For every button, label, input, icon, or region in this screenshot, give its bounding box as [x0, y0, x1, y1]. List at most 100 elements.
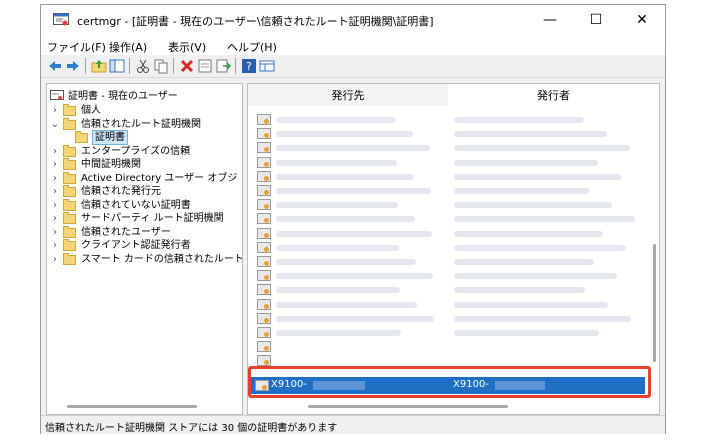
view-icon[interactable]	[259, 58, 275, 74]
certificate-icon[interactable]	[257, 270, 271, 282]
menu-action[interactable]: 操作(A)	[109, 39, 147, 55]
certificate-icon[interactable]	[257, 312, 271, 324]
folder-icon	[63, 144, 76, 157]
folder-icon	[63, 212, 76, 224]
cut-icon[interactable]	[135, 58, 151, 74]
tree-item-label: 信頼されたユーザー	[81, 226, 171, 238]
export-icon[interactable]	[215, 58, 231, 74]
certificate-icon[interactable]	[257, 156, 271, 168]
blurred-issued-to	[276, 173, 414, 180]
tree-item-label: エンタープライズの信頼	[81, 145, 191, 157]
blurred-issued-by	[454, 173, 621, 180]
certificate-icon[interactable]	[257, 241, 271, 253]
tree-item-label: 信頼された発行元	[81, 186, 161, 197]
certificate-icon[interactable]	[257, 128, 271, 140]
blurred-issued-by	[454, 202, 612, 209]
tree-pane[interactable]: 証明書 - 現在のユーザー › 個人 ⌄ 信頼されたルート証明機関 証明書 › エンタープラ…	[46, 83, 243, 415]
close-button[interactable]: ✕	[619, 5, 665, 35]
folder-icon	[75, 131, 88, 143]
chevron-right-icon[interactable]: ›	[50, 104, 60, 117]
chevron-right-icon[interactable]: ›	[50, 172, 60, 185]
back-icon[interactable]	[47, 58, 63, 74]
chevron-right-icon[interactable]: ›	[50, 145, 60, 158]
menu-bar: ファイル(F) 操作(A) 表示(V) ヘルプ(H)	[41, 35, 665, 55]
blurred-issued-by	[454, 159, 598, 166]
chevron-right-icon[interactable]: ›	[50, 226, 60, 239]
certificate-icon[interactable]	[257, 284, 271, 296]
blurred-issued-to	[276, 145, 430, 152]
maximize-icon: ☐	[589, 12, 603, 28]
certificate-icon[interactable]	[257, 142, 271, 154]
blurred-issued-to	[276, 273, 433, 280]
chevron-right-icon[interactable]: ›	[50, 158, 60, 171]
certificate-icon[interactable]	[257, 170, 271, 182]
folder-icon	[63, 185, 76, 197]
blurred-issued-by	[454, 230, 603, 237]
chevron-down-icon[interactable]: ⌄	[50, 118, 60, 131]
certificate-icon[interactable]	[257, 199, 271, 211]
blurred-issued-by	[454, 330, 599, 336]
toolbar-separator	[129, 58, 130, 74]
chevron-right-icon[interactable]: ›	[50, 199, 60, 212]
list-vertical-scrollbar[interactable]	[653, 244, 656, 362]
folder-icon	[63, 104, 76, 116]
blurred-issued-by	[454, 301, 608, 308]
toolbar-separator	[235, 58, 236, 74]
minimize-icon: —	[543, 12, 557, 28]
menu-view[interactable]: 表示(V)	[168, 39, 206, 55]
certificate-icon[interactable]	[257, 327, 271, 338]
certificate-icon[interactable]	[257, 227, 271, 239]
folder-icon	[63, 171, 76, 184]
column-header-issued-to[interactable]: 発行先	[248, 84, 448, 106]
help-icon[interactable]: ?	[241, 58, 257, 74]
folder-icon	[63, 117, 76, 130]
certificate-icon[interactable]	[257, 185, 271, 196]
list-horizontal-scrollbar[interactable]	[308, 405, 508, 408]
properties-icon[interactable]	[197, 58, 213, 74]
blurred-issued-to	[276, 315, 434, 322]
blurred-issued-to	[276, 202, 398, 209]
window-title: certmgr - [証明書 - 現在のユーザー\信頼されたルート証明機関\証明…	[77, 15, 434, 28]
menu-help[interactable]: ヘルプ(H)	[227, 39, 277, 55]
chevron-right-icon[interactable]: ›	[50, 239, 60, 252]
blurred-issued-by	[454, 145, 630, 152]
certificate-icon[interactable]	[257, 298, 271, 310]
show-hide-tree-icon[interactable]	[109, 58, 125, 74]
copy-icon[interactable]	[153, 58, 169, 74]
toolbar-separator	[85, 58, 86, 74]
delete-icon[interactable]	[179, 58, 195, 74]
blurred-issued-by	[454, 259, 594, 265]
blurred-issued-to	[276, 259, 416, 265]
folder-icon	[63, 225, 76, 238]
blurred-issued-to	[276, 230, 432, 237]
blurred-issued-to	[276, 117, 396, 123]
status-bar: 信頼されたルート証明機関 ストアには 30 個の証明書があります	[41, 415, 665, 434]
folder-icon	[63, 252, 76, 265]
maximize-button[interactable]: ☐	[573, 5, 619, 35]
tree-item-label: 証明書	[92, 130, 128, 145]
blurred-issued-by	[454, 117, 584, 123]
menu-file[interactable]: ファイル(F)	[47, 39, 106, 55]
certificate-icon[interactable]	[257, 213, 271, 225]
toolbar-separator	[173, 58, 174, 74]
column-issued-by-label: 発行者	[537, 89, 570, 102]
tree-item-label: Active Directory ユーザー オブジ	[81, 172, 238, 184]
minimize-button[interactable]: —	[527, 5, 573, 35]
blurred-issued-by	[454, 287, 585, 294]
chevron-right-icon[interactable]: ›	[50, 185, 60, 198]
tree-horizontal-scrollbar[interactable]	[67, 405, 197, 408]
certificate-icon[interactable]	[257, 355, 271, 367]
chevron-right-icon[interactable]: ›	[50, 253, 60, 266]
tree-item-label: 信頼されていない証明書	[81, 199, 191, 211]
forward-icon[interactable]	[65, 58, 81, 74]
blurred-issued-to	[276, 244, 399, 251]
certificate-icon[interactable]	[257, 341, 271, 353]
certificate-icon[interactable]	[257, 256, 271, 267]
up-folder-icon[interactable]	[91, 58, 107, 74]
certificate-icon[interactable]	[257, 114, 271, 125]
tree-item-label: スマート カードの信頼されたルート	[81, 253, 243, 265]
column-header-issued-by[interactable]: 発行者	[448, 84, 659, 106]
chevron-right-icon[interactable]: ›	[50, 212, 60, 225]
status-text: 信頼されたルート証明機関 ストアには 30 個の証明書があります	[45, 423, 338, 434]
folder-icon	[63, 239, 76, 251]
